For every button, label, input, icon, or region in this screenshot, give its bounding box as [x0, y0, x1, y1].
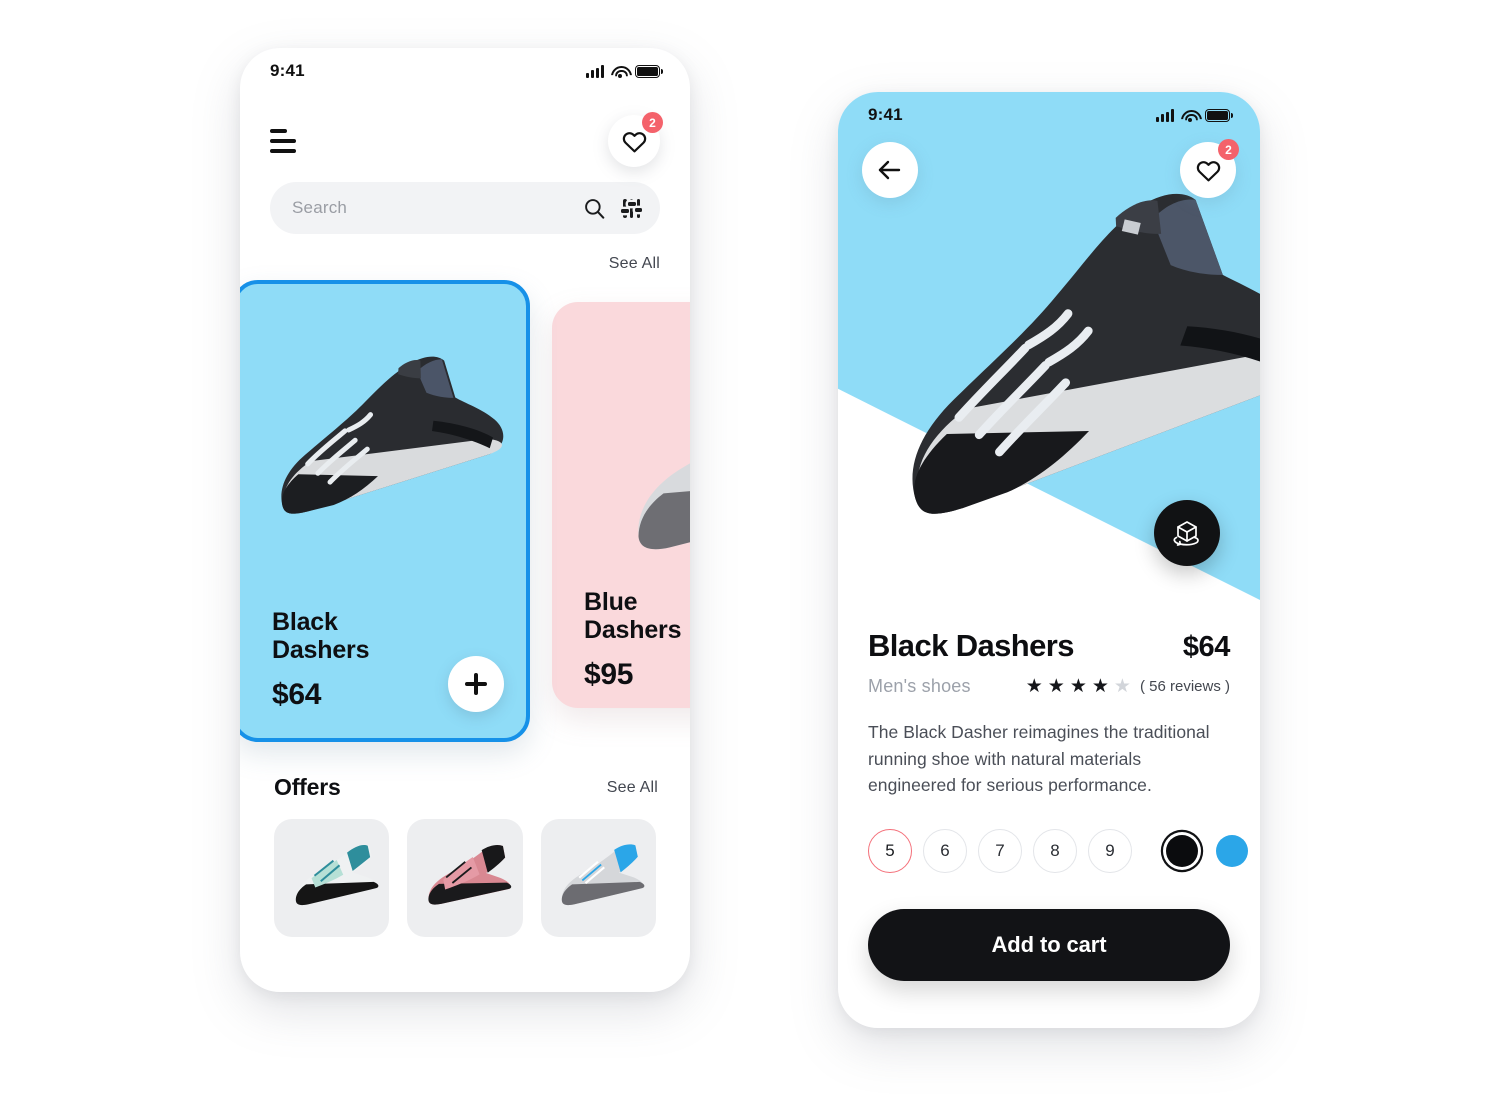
mint-white-sneaker-image: [295, 844, 379, 906]
star-filled-icon: ★: [1025, 676, 1043, 697]
heart-icon: [622, 131, 646, 152]
size-option-5[interactable]: 5: [868, 828, 912, 873]
product-rating: ★ ★ ★ ★ ★ ( 56 reviews ): [1026, 677, 1230, 696]
heart-icon: [1196, 160, 1220, 181]
featured-header: See All: [270, 252, 660, 276]
cellular-signal-icon: [1156, 108, 1174, 122]
product-subtitle-row: Men's shoes ★ ★ ★ ★ ★ ( 56 reviews ): [868, 676, 1230, 697]
hamburger-menu-icon[interactable]: [270, 129, 296, 153]
star-filled-icon: ★: [1047, 676, 1065, 697]
blue-dashers-shoe-image: [638, 393, 690, 550]
star-empty-icon: ★: [1113, 676, 1131, 697]
offers-list: [274, 819, 656, 937]
offer-tile-mint-white-sneaker[interactable]: [274, 819, 390, 937]
favorites-button[interactable]: 2: [608, 112, 663, 167]
favorites-badge: 2: [1218, 139, 1239, 160]
battery-full-icon: [1205, 108, 1234, 122]
status-time: 9:41: [868, 105, 903, 124]
wifi-icon: [1181, 109, 1198, 122]
offers-title: Offers: [274, 774, 341, 800]
search-input-placeholder[interactable]: Search: [292, 198, 584, 218]
arrow-left-icon: [878, 160, 901, 180]
color-selector[interactable]: [1166, 834, 1248, 867]
battery-full-icon: [635, 64, 664, 78]
size-option-8[interactable]: 8: [1033, 828, 1077, 873]
favorites-badge: 2: [642, 112, 663, 133]
offers-header: Offers See All: [274, 774, 658, 801]
grey-blue-sneaker-image: [562, 844, 645, 906]
black-dashers-shoe-image: [281, 356, 504, 514]
star-filled-icon: ★: [1069, 676, 1087, 697]
search-bar[interactable]: Search: [270, 182, 660, 234]
screenshot-canvas: 9:41 2 Search See All Blue Dashers $95 B…: [0, 0, 1500, 1100]
offer-tile-grey-blue-sneaker[interactable]: [540, 819, 656, 937]
rating-stars: ★ ★ ★ ★ ★: [1026, 677, 1131, 696]
status-icons: [1156, 108, 1234, 122]
product-options: 5 6 7 8 9: [868, 828, 1248, 873]
size-option-6[interactable]: 6: [923, 828, 967, 873]
product-card-black-dashers[interactable]: Black Dashers $64: [240, 280, 530, 742]
phone-detail-screen: 9:41 2 Black Dashers $64 Men's shoes ★ ★…: [838, 92, 1260, 1028]
color-swatch-blue[interactable]: [1216, 834, 1248, 867]
product-name: Black Dashers: [868, 628, 1074, 663]
status-time: 9:41: [270, 61, 305, 80]
product-title-row: Black Dashers $64: [868, 628, 1230, 664]
offers-see-all-link[interactable]: See All: [607, 779, 658, 797]
color-swatch-black[interactable]: [1166, 834, 1198, 867]
3d-cube-rotate-icon: [1173, 521, 1199, 546]
ar-3d-view-button[interactable]: [1154, 500, 1220, 566]
star-filled-icon: ★: [1091, 676, 1109, 697]
product-card-blue-dashers[interactable]: Blue Dashers $95: [552, 302, 690, 708]
pink-black-sneaker-image: [428, 844, 512, 905]
black-dashers-price: $64: [272, 678, 322, 711]
blue-dashers-price: $95: [584, 658, 634, 691]
detail-header: 2: [838, 139, 1260, 198]
favorites-button[interactable]: 2: [1180, 139, 1239, 198]
reviews-count: ( 56 reviews ): [1139, 678, 1230, 695]
featured-see-all-link[interactable]: See All: [609, 255, 660, 273]
product-category: Men's shoes: [868, 676, 971, 696]
search-actions: [584, 198, 643, 219]
add-to-cart-button[interactable]: Add to cart: [868, 908, 1230, 981]
status-bar-detail: 9:41: [838, 92, 1260, 138]
product-price: $64: [1182, 631, 1231, 663]
cellular-signal-icon: [586, 64, 604, 78]
black-dashers-meta: Black Dashers $64: [272, 608, 370, 712]
wifi-icon: [611, 65, 628, 78]
offer-tile-pink-black-sneaker[interactable]: [407, 819, 523, 937]
product-description: The Black Dasher reimagines the traditio…: [868, 722, 1210, 796]
black-dashers-title: Black Dashers: [272, 608, 370, 664]
status-icons: [586, 64, 664, 78]
product-details: Black Dashers $64 Men's shoes ★ ★ ★ ★ ★ …: [838, 600, 1260, 873]
phone-home-screen: 9:41 2 Search See All Blue Dashers $95 B…: [240, 48, 690, 992]
add-to-cart-plus-button[interactable]: [448, 656, 504, 712]
featured-carousel[interactable]: Blue Dashers $95 Black Dashers $64: [240, 280, 690, 748]
size-option-7[interactable]: 7: [978, 828, 1022, 873]
size-selector[interactable]: 5 6 7 8 9: [868, 828, 1132, 873]
blue-dashers-title: Blue Dashers: [584, 588, 682, 644]
filter-sliders-icon[interactable]: [621, 198, 643, 218]
search-icon[interactable]: [584, 198, 605, 219]
status-bar-home: 9:41: [240, 48, 690, 94]
blue-dashers-meta: Blue Dashers $95: [584, 588, 682, 692]
product-hero: 9:41 2: [838, 92, 1260, 600]
home-header: 2: [240, 94, 690, 167]
size-option-9[interactable]: 9: [1088, 828, 1132, 873]
back-button[interactable]: [862, 142, 918, 198]
